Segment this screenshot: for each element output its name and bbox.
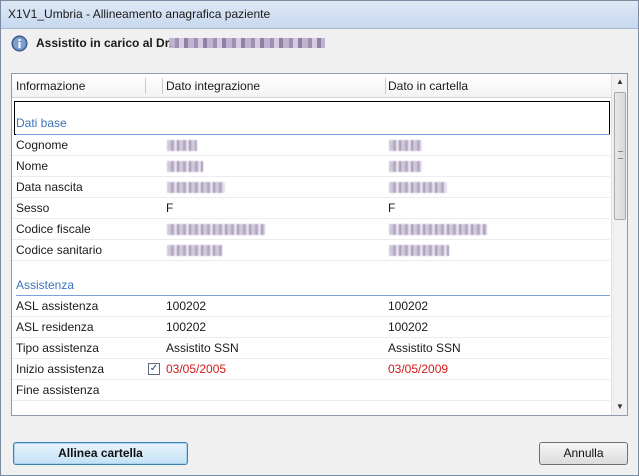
table-row[interactable]: Inizio assistenza ✓ 03/05/2005 03/05/200… xyxy=(12,359,610,380)
scroll-up-icon[interactable]: ▲ xyxy=(613,74,627,90)
info-icon xyxy=(11,35,28,52)
redacted-value xyxy=(167,140,197,151)
row-label: Inizio assistenza xyxy=(16,362,105,376)
redacted-doctor-name xyxy=(169,38,325,48)
value-integrazione: 100202 xyxy=(166,299,207,313)
vertical-scrollbar[interactable]: ▲ ▼ xyxy=(611,74,627,415)
row-label: Nome xyxy=(16,159,49,173)
table-row[interactable]: Cognome xyxy=(12,135,610,156)
value-integrazione: F xyxy=(166,201,174,215)
redacted-value xyxy=(167,182,225,193)
table-row[interactable]: ASL residenza 100202 100202 xyxy=(12,317,610,338)
redacted-value xyxy=(389,245,449,256)
column-divider[interactable] xyxy=(145,78,146,94)
value-cartella: F xyxy=(388,201,396,215)
table-row[interactable]: Nome xyxy=(12,156,610,177)
table-row[interactable]: ASL assistenza 100202 100202 xyxy=(12,296,610,317)
column-header-dato-cartella[interactable]: Dato in cartella xyxy=(388,79,468,93)
scroll-down-icon[interactable]: ▼ xyxy=(613,399,627,415)
table-row[interactable]: Tipo assistenza Assistito SSN Assistito … xyxy=(12,338,610,359)
comparison-table: Informazione Dato integrazione Dato in c… xyxy=(11,73,628,416)
grip-icon xyxy=(618,151,623,159)
table-row[interactable]: Sesso F F xyxy=(12,198,610,219)
table-row[interactable]: Codice fiscale xyxy=(12,219,610,240)
title-bar[interactable]: X1V1_Umbria - Allineamento anagrafica pa… xyxy=(1,1,638,29)
table-row[interactable]: Data nascita xyxy=(12,177,610,198)
patient-header: Assistito in carico al Dr. xyxy=(1,30,638,58)
row-label: ASL residenza xyxy=(16,320,94,334)
value-cartella: Assistito SSN xyxy=(388,341,461,355)
value-integrazione-mismatch: 03/05/2005 xyxy=(166,362,227,376)
redacted-value xyxy=(389,140,422,151)
row-label: Cognome xyxy=(16,138,69,152)
column-divider[interactable] xyxy=(385,78,386,94)
redacted-value xyxy=(167,245,222,256)
row-label: Codice sanitario xyxy=(16,243,103,257)
row-label: Fine assistenza xyxy=(16,383,100,397)
section-focus-rect xyxy=(14,101,610,135)
patient-header-label: Assistito in carico al Dr. xyxy=(36,36,173,50)
table-row[interactable]: Codice sanitario xyxy=(12,240,610,261)
section-title-assistenza[interactable]: Assistenza xyxy=(16,278,74,292)
scroll-thumb[interactable] xyxy=(614,92,626,220)
row-label: Codice fiscale xyxy=(16,222,91,236)
redacted-value xyxy=(389,224,487,235)
redacted-value xyxy=(389,161,422,172)
annulla-button[interactable]: Annulla xyxy=(539,442,628,465)
allinea-cartella-button[interactable]: Allinea cartella xyxy=(13,442,188,465)
section-title-dati-base[interactable]: Dati base xyxy=(16,116,67,130)
window-title: X1V1_Umbria - Allineamento anagrafica pa… xyxy=(8,7,271,21)
row-label: Data nascita xyxy=(16,180,83,194)
column-header-informazione[interactable]: Informazione xyxy=(16,79,85,93)
redacted-value xyxy=(167,161,203,172)
value-integrazione: Assistito SSN xyxy=(166,341,239,355)
value-cartella: 100202 xyxy=(388,299,429,313)
row-label: ASL assistenza xyxy=(16,299,99,313)
row-label: Sesso xyxy=(16,201,50,215)
align-checkbox[interactable]: ✓ xyxy=(148,363,160,375)
value-cartella-mismatch: 03/05/2009 xyxy=(388,362,449,376)
redacted-value xyxy=(167,224,265,235)
table-row[interactable]: Fine assistenza xyxy=(12,380,610,401)
value-integrazione: 100202 xyxy=(166,320,207,334)
dialog-window: X1V1_Umbria - Allineamento anagrafica pa… xyxy=(0,0,639,476)
row-label: Tipo assistenza xyxy=(16,341,99,355)
column-divider[interactable] xyxy=(162,78,163,94)
table-header: Informazione Dato integrazione Dato in c… xyxy=(12,74,612,98)
value-cartella: 100202 xyxy=(388,320,429,334)
column-header-dato-integrazione[interactable]: Dato integrazione xyxy=(166,79,260,93)
redacted-value xyxy=(389,182,447,193)
